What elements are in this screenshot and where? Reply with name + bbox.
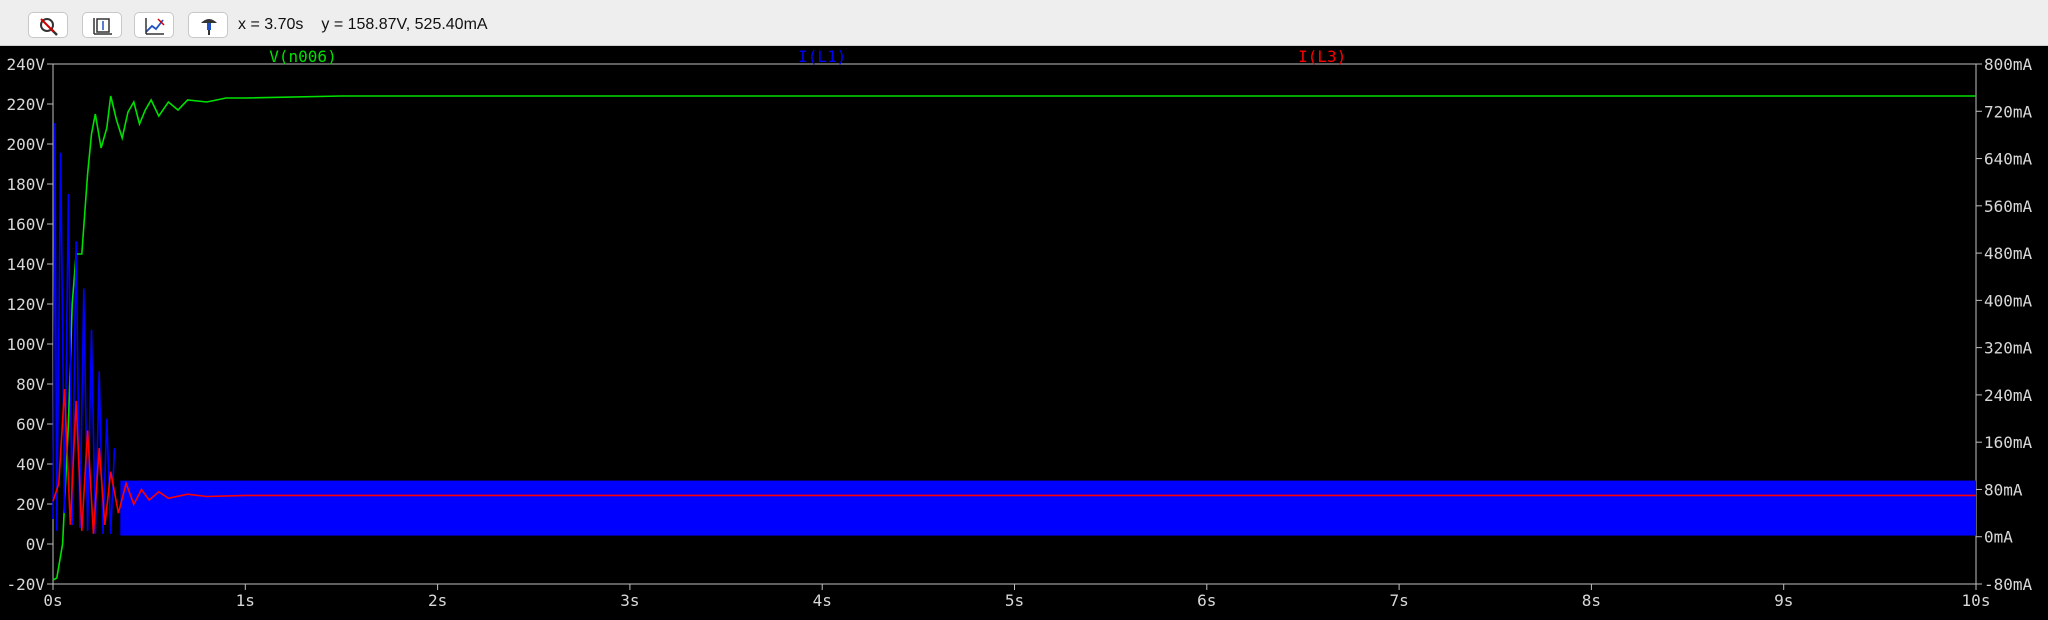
y-left-tick-label: -20V — [6, 575, 45, 594]
y-right-tick-label: -80mA — [1984, 575, 2033, 594]
y-right-tick-label: 80mA — [1984, 480, 2023, 499]
x-tick-label: 8s — [1582, 591, 1601, 610]
series-label: I(L1) — [798, 47, 846, 66]
y-right-tick-label: 160mA — [1984, 433, 2033, 452]
y-right-tick-label: 0mA — [1984, 528, 2013, 547]
waveform-chart[interactable]: 0s 1s 2s 3s 4s 5s 6s 7s 8s 9s 10s-20V0V20V40V60V80… — [0, 46, 2048, 616]
y-left-tick-label: 40V — [16, 455, 45, 474]
y-left-tick-label: 100V — [6, 335, 45, 354]
x-tick-label: 9s — [1774, 591, 1793, 610]
y-left-tick-label: 120V — [6, 295, 45, 314]
y-left-tick-label: 140V — [6, 255, 45, 274]
plot-area[interactable]: 0s 1s 2s 3s 4s 5s 6s 7s 8s 9s 10s -20V 0V 20V 40V 60V 80… — [0, 46, 2048, 616]
series-band-i-l1 — [120, 480, 1976, 536]
y-right-tick-label: 640mA — [1984, 150, 2033, 169]
y-left-tick-label: 200V — [6, 135, 45, 154]
y-left-tick-label: 220V — [6, 95, 45, 114]
y-left-tick-label: 240V — [6, 55, 45, 74]
y-right-tick-label: 240mA — [1984, 386, 2033, 405]
y-right-tick-label: 720mA — [1984, 102, 2033, 121]
x-tick-label: 3s — [620, 591, 639, 610]
plot-toolbar: x = 3.70s y = 158.87V, 525.40mA — [0, 0, 2048, 46]
y-left-tick-label: 0V — [26, 535, 46, 554]
x-tick-label: 4s — [813, 591, 832, 610]
zoom-cancel-button[interactable] — [28, 12, 68, 38]
readout-x: x = 3.70s — [238, 16, 304, 33]
series-label: I(L3) — [1298, 47, 1346, 66]
x-tick-label: 7s — [1389, 591, 1408, 610]
x-tick-label: 5s — [1005, 591, 1024, 610]
cursor-readout: x = 3.70s y = 158.87V, 525.40mA — [238, 16, 506, 34]
y-right-tick-label: 560mA — [1984, 197, 2033, 216]
y-right-tick-label: 320mA — [1984, 339, 2033, 358]
x-tick-label: 2s — [428, 591, 447, 610]
y-left-tick-label: 60V — [16, 415, 45, 434]
series-label: V(n006) — [269, 47, 336, 66]
mark-data-icon — [145, 18, 165, 35]
readout-y: y = 158.87V, 525.40mA — [321, 16, 488, 33]
mark-data-button[interactable] — [134, 12, 174, 38]
y-left-tick-label: 20V — [16, 495, 45, 514]
autorange-icon — [93, 18, 112, 35]
y-left-tick-label: 160V — [6, 215, 45, 234]
probe-icon — [201, 19, 217, 35]
y-right-tick-label: 800mA — [1984, 55, 2033, 74]
x-tick-label: 6s — [1197, 591, 1216, 610]
y-left-tick-label: 80V — [16, 375, 45, 394]
autorange-button[interactable] — [82, 12, 122, 38]
y-right-tick-label: 400mA — [1984, 291, 2033, 310]
y-right-tick-label: 480mA — [1984, 244, 2033, 263]
x-tick-label: 0s — [43, 591, 62, 610]
y-left-tick-label: 180V — [6, 175, 45, 194]
zoom-cancel-icon — [40, 18, 58, 36]
x-tick-label: 1s — [236, 591, 255, 610]
probe-button[interactable] — [188, 12, 228, 38]
series-line-i-l1- — [52, 123, 116, 534]
